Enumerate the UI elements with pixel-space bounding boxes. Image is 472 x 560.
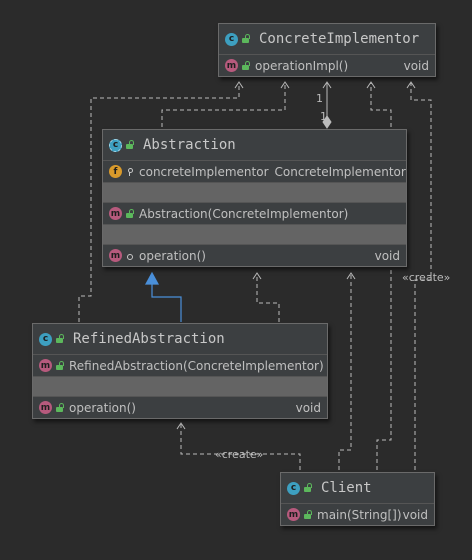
- method-name: operation(): [69, 400, 136, 415]
- create-client-to-refined: [180, 423, 301, 470]
- constructor-row[interactable]: m RefinedAbstraction(ConcreteImplementor…: [33, 355, 327, 377]
- method-icon: m: [39, 401, 52, 414]
- method-icon: m: [109, 249, 122, 262]
- method-icon: m: [39, 359, 52, 372]
- inheritance-arrowhead: [144, 271, 160, 285]
- section-separator: [103, 225, 406, 245]
- method-type: void: [403, 58, 429, 73]
- class-header: c Abstraction: [103, 130, 406, 161]
- method-icon: m: [287, 508, 300, 521]
- class-box-client[interactable]: c Client m main(String[]) void: [280, 472, 435, 526]
- constructor-row[interactable]: m Abstraction(ConcreteImplementor): [103, 203, 406, 225]
- dependency-client-to-abstraction: [338, 273, 352, 470]
- field-row[interactable]: f concreteImplementor ConcreteImplemento…: [103, 161, 406, 183]
- class-name: Client: [321, 480, 372, 496]
- dependency-refined-to-abstraction: [256, 273, 280, 322]
- public-lock-icon: [242, 34, 250, 43]
- method-row[interactable]: m operation() void: [103, 245, 406, 266]
- method-name: operation(): [139, 248, 206, 263]
- class-header: c Client: [281, 473, 434, 504]
- class-box-concrete-implementor[interactable]: c ConcreteImplementor m operationImpl() …: [218, 23, 436, 77]
- method-icon: m: [109, 207, 122, 220]
- constructor-name: Abstraction(ConcreteImplementor): [139, 206, 349, 221]
- public-lock-icon: [126, 140, 134, 149]
- method-type: void: [402, 507, 428, 522]
- package-dot-icon: [126, 252, 133, 260]
- class-name: ConcreteImplementor: [259, 31, 420, 47]
- class-header: c RefinedAbstraction: [33, 324, 327, 355]
- section-separator: [103, 183, 406, 203]
- method-row[interactable]: m operationImpl() void: [219, 55, 435, 76]
- class-icon: c: [39, 332, 52, 346]
- class-icon: c: [225, 32, 238, 46]
- method-row[interactable]: m operation() void: [33, 397, 327, 418]
- class-name: RefinedAbstraction: [73, 331, 225, 347]
- field-type: ConcreteImplementor: [274, 164, 406, 179]
- multiplicity-label: 1: [316, 92, 323, 105]
- abstract-class-icon: c: [109, 138, 122, 152]
- method-type: void: [295, 400, 321, 415]
- class-box-abstraction[interactable]: c Abstraction f concreteImplementor Conc…: [102, 129, 407, 267]
- inheritance-line: [151, 284, 182, 322]
- dependency-abstraction-to-implementor: [161, 82, 286, 127]
- field-icon: f: [109, 165, 122, 178]
- constructor-name: RefinedAbstraction(ConcreteImplementor): [69, 358, 324, 373]
- method-row[interactable]: m main(String[]) void: [281, 504, 434, 525]
- method-icon: m: [225, 59, 238, 72]
- create-label: «create»: [402, 271, 451, 284]
- multiplicity-label: 1: [320, 110, 327, 123]
- public-lock-icon: [242, 60, 250, 70]
- method-type: void: [374, 248, 400, 263]
- private-key-icon: [126, 167, 133, 176]
- runnable-class-icon: c: [287, 481, 300, 495]
- method-name: operationImpl(): [255, 58, 349, 73]
- section-separator: [33, 377, 327, 397]
- public-lock-icon: [304, 509, 312, 519]
- public-lock-icon: [56, 360, 64, 370]
- create-label: «create»: [215, 448, 264, 461]
- public-lock-icon: [126, 208, 134, 218]
- class-box-refined-abstraction[interactable]: c RefinedAbstraction m RefinedAbstractio…: [32, 323, 328, 419]
- class-header: c ConcreteImplementor: [219, 24, 435, 55]
- public-lock-icon: [304, 483, 312, 492]
- class-name: Abstraction: [143, 137, 236, 153]
- public-lock-icon: [56, 334, 64, 343]
- field-name: concreteImplementor: [139, 164, 269, 179]
- public-lock-icon: [56, 402, 64, 412]
- method-name: main(String[]): [317, 507, 402, 522]
